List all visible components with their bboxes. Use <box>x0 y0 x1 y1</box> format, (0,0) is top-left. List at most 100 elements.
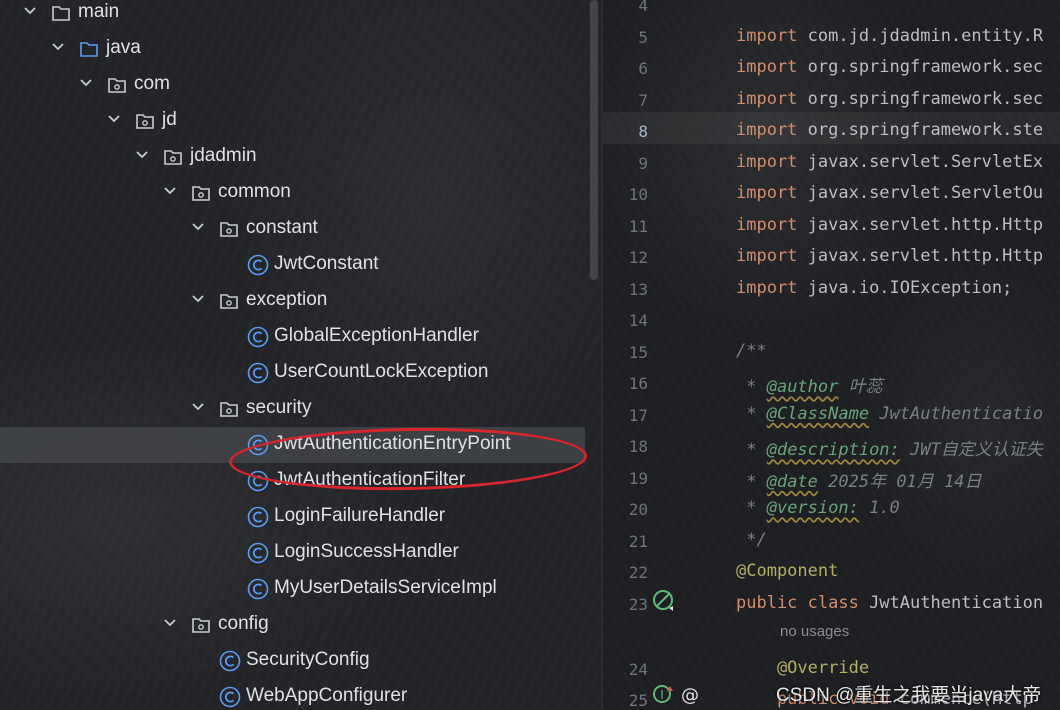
tree-item-security[interactable]: security <box>0 391 601 427</box>
code-line[interactable]: import org.springframework.sec <box>736 89 1043 109</box>
line-number: 10 <box>628 185 648 204</box>
tree-item-loginsuccesshandler[interactable]: LoginSuccessHandler <box>0 535 601 571</box>
folder-icon <box>51 3 71 23</box>
tree-item-com[interactable]: com <box>0 67 601 103</box>
keyword-token: import <box>736 214 798 235</box>
comment-token: * <box>736 471 767 492</box>
tree-item-label: exception <box>246 289 328 310</box>
chevron-down-icon[interactable] <box>23 4 37 18</box>
code-token: org.springframework.sec <box>797 88 1044 109</box>
code-token: java.io.IOException; <box>797 277 1013 298</box>
chevron-down-icon[interactable] <box>191 400 205 414</box>
tree-item-label: jdadmin <box>190 145 257 166</box>
code-line[interactable]: * @ClassName JwtAuthenticatio <box>736 404 1043 424</box>
code-line[interactable]: import javax.servlet.ServletEx <box>736 152 1043 172</box>
code-token: JwtAuthentication <box>858 592 1044 613</box>
package-icon <box>219 291 239 311</box>
code-line[interactable]: */ <box>736 529 767 550</box>
tree-item-main[interactable]: main <box>0 0 601 31</box>
web-endpoint-gutter-icon[interactable]: @ <box>679 684 701 706</box>
code-token: org.springframework.ste <box>797 120 1044 140</box>
tree-item-label: security <box>246 397 312 418</box>
tree-item-jd[interactable]: jd <box>0 103 601 139</box>
tree-item-config[interactable]: config <box>0 607 601 643</box>
svg-text:@: @ <box>681 685 699 706</box>
tree-item-jdadmin[interactable]: jdadmin <box>0 139 601 175</box>
implements-method-gutter-icon[interactable]: I <box>653 684 675 706</box>
chevron-down-icon[interactable] <box>107 112 121 126</box>
code-line[interactable]: * @description: JWT自定义认证失 <box>736 435 1043 460</box>
code-line[interactable]: * @version: 1.0 <box>736 498 900 518</box>
code-token: javax.servlet.http.Http <box>797 246 1044 266</box>
tree-item-label: JwtConstant <box>274 253 379 274</box>
tree-item-usercountlockexception[interactable]: UserCountLockException <box>0 355 601 391</box>
usages-inlay-hint[interactable]: no usages <box>780 623 849 640</box>
tree-item-globalexceptionhandler[interactable]: GlobalExceptionHandler <box>0 319 601 355</box>
line-number: 15 <box>628 342 648 362</box>
tree-item-label: java <box>106 37 141 58</box>
tree-item-loginfailurehandler[interactable]: LoginFailureHandler <box>0 499 601 535</box>
doc-tag-token: @ClassName <box>766 403 870 424</box>
code-line[interactable]: import org.springframework.sec <box>736 57 1043 77</box>
package-icon <box>107 75 127 95</box>
line-number: 25 <box>628 691 648 710</box>
chevron-down-icon[interactable] <box>163 184 177 198</box>
line-number: 17 <box>628 405 648 425</box>
keyword-token: import <box>736 246 798 266</box>
chevron-down-icon[interactable] <box>135 148 149 162</box>
code-editor[interactable]: 4 5 6 7 8 9 10 11 12 13 14 15 16 17 18 19 20 21 22 23 24 25 i… <box>603 0 1060 710</box>
tree-item-label: LoginFailureHandler <box>274 505 446 526</box>
tree-item-java[interactable]: java <box>0 31 601 67</box>
code-token: javax.servlet.ServletEx <box>797 151 1044 172</box>
tree-item-exception[interactable]: exception <box>0 283 601 319</box>
source-folder-icon <box>79 39 99 59</box>
tree-item-webappconfigurer[interactable]: WebAppConfigurer <box>0 679 601 710</box>
package-icon <box>219 399 239 419</box>
doc-tag-token: @author <box>766 377 839 397</box>
code-line[interactable]: * @author 叶蕊 <box>736 372 882 397</box>
doc-tag-token: @date <box>766 471 818 492</box>
tree-item-label: main <box>78 1 120 22</box>
code-line[interactable]: @Override <box>736 658 869 678</box>
keyword-token: import <box>736 88 798 109</box>
doc-tag-token: @version: <box>766 498 859 518</box>
class-icon <box>219 686 241 708</box>
svg-text:I: I <box>660 688 664 702</box>
chevron-down-icon[interactable] <box>191 292 205 306</box>
tree-item-label: config <box>218 613 269 634</box>
code-line[interactable]: public class JwtAuthentication <box>736 593 1043 613</box>
comment-token: JWT自定义认证失 <box>899 440 1043 460</box>
code-line[interactable]: @Component <box>736 561 838 581</box>
code-line[interactable]: import javax.servlet.http.Http <box>736 215 1043 235</box>
code-line[interactable]: /** <box>736 341 767 361</box>
code-line[interactable]: import javax.servlet.http.Http <box>736 246 1043 266</box>
chevron-down-icon[interactable] <box>79 76 93 90</box>
tree-item-securityconfig[interactable]: SecurityConfig <box>0 643 601 679</box>
comment-token: * <box>736 403 767 424</box>
class-icon <box>247 362 269 384</box>
code-line[interactable]: import java.io.IOException; <box>736 278 1012 298</box>
line-number: 16 <box>628 374 648 393</box>
tree-item-label: MyUserDetailsServiceImpl <box>274 577 497 598</box>
code-line[interactable]: * @date 2025年 01月 14日 <box>736 467 981 492</box>
tree-item-label: constant <box>246 217 318 238</box>
chevron-down-icon[interactable] <box>51 40 65 54</box>
keyword-token: import <box>736 151 798 172</box>
tree-item-label: UserCountLockException <box>274 361 489 382</box>
tree-scrollbar[interactable] <box>590 0 598 280</box>
comment-token: */ <box>736 529 767 550</box>
chevron-down-icon[interactable] <box>163 616 177 630</box>
tree-item-myuserdetailsserviceimpl[interactable]: MyUserDetailsServiceImpl <box>0 571 601 607</box>
spring-bean-gutter-icon[interactable] <box>653 590 677 614</box>
code-line[interactable]: import org.springframework.ste <box>736 120 1043 140</box>
code-line[interactable]: import javax.servlet.ServletOu <box>736 183 1043 203</box>
tree-item-jwtconstant[interactable]: JwtConstant <box>0 247 601 283</box>
line-number: 8 <box>638 122 648 141</box>
tree-item-common[interactable]: common <box>0 175 601 211</box>
chevron-down-icon[interactable] <box>191 220 205 234</box>
annotation-token: @Component <box>736 561 839 581</box>
tree-item-constant[interactable]: constant <box>0 211 601 247</box>
keyword-token: import <box>736 183 798 203</box>
code-line[interactable]: import com.jd.jdadmin.entity.R <box>736 26 1043 46</box>
comment-token: * <box>736 377 767 397</box>
